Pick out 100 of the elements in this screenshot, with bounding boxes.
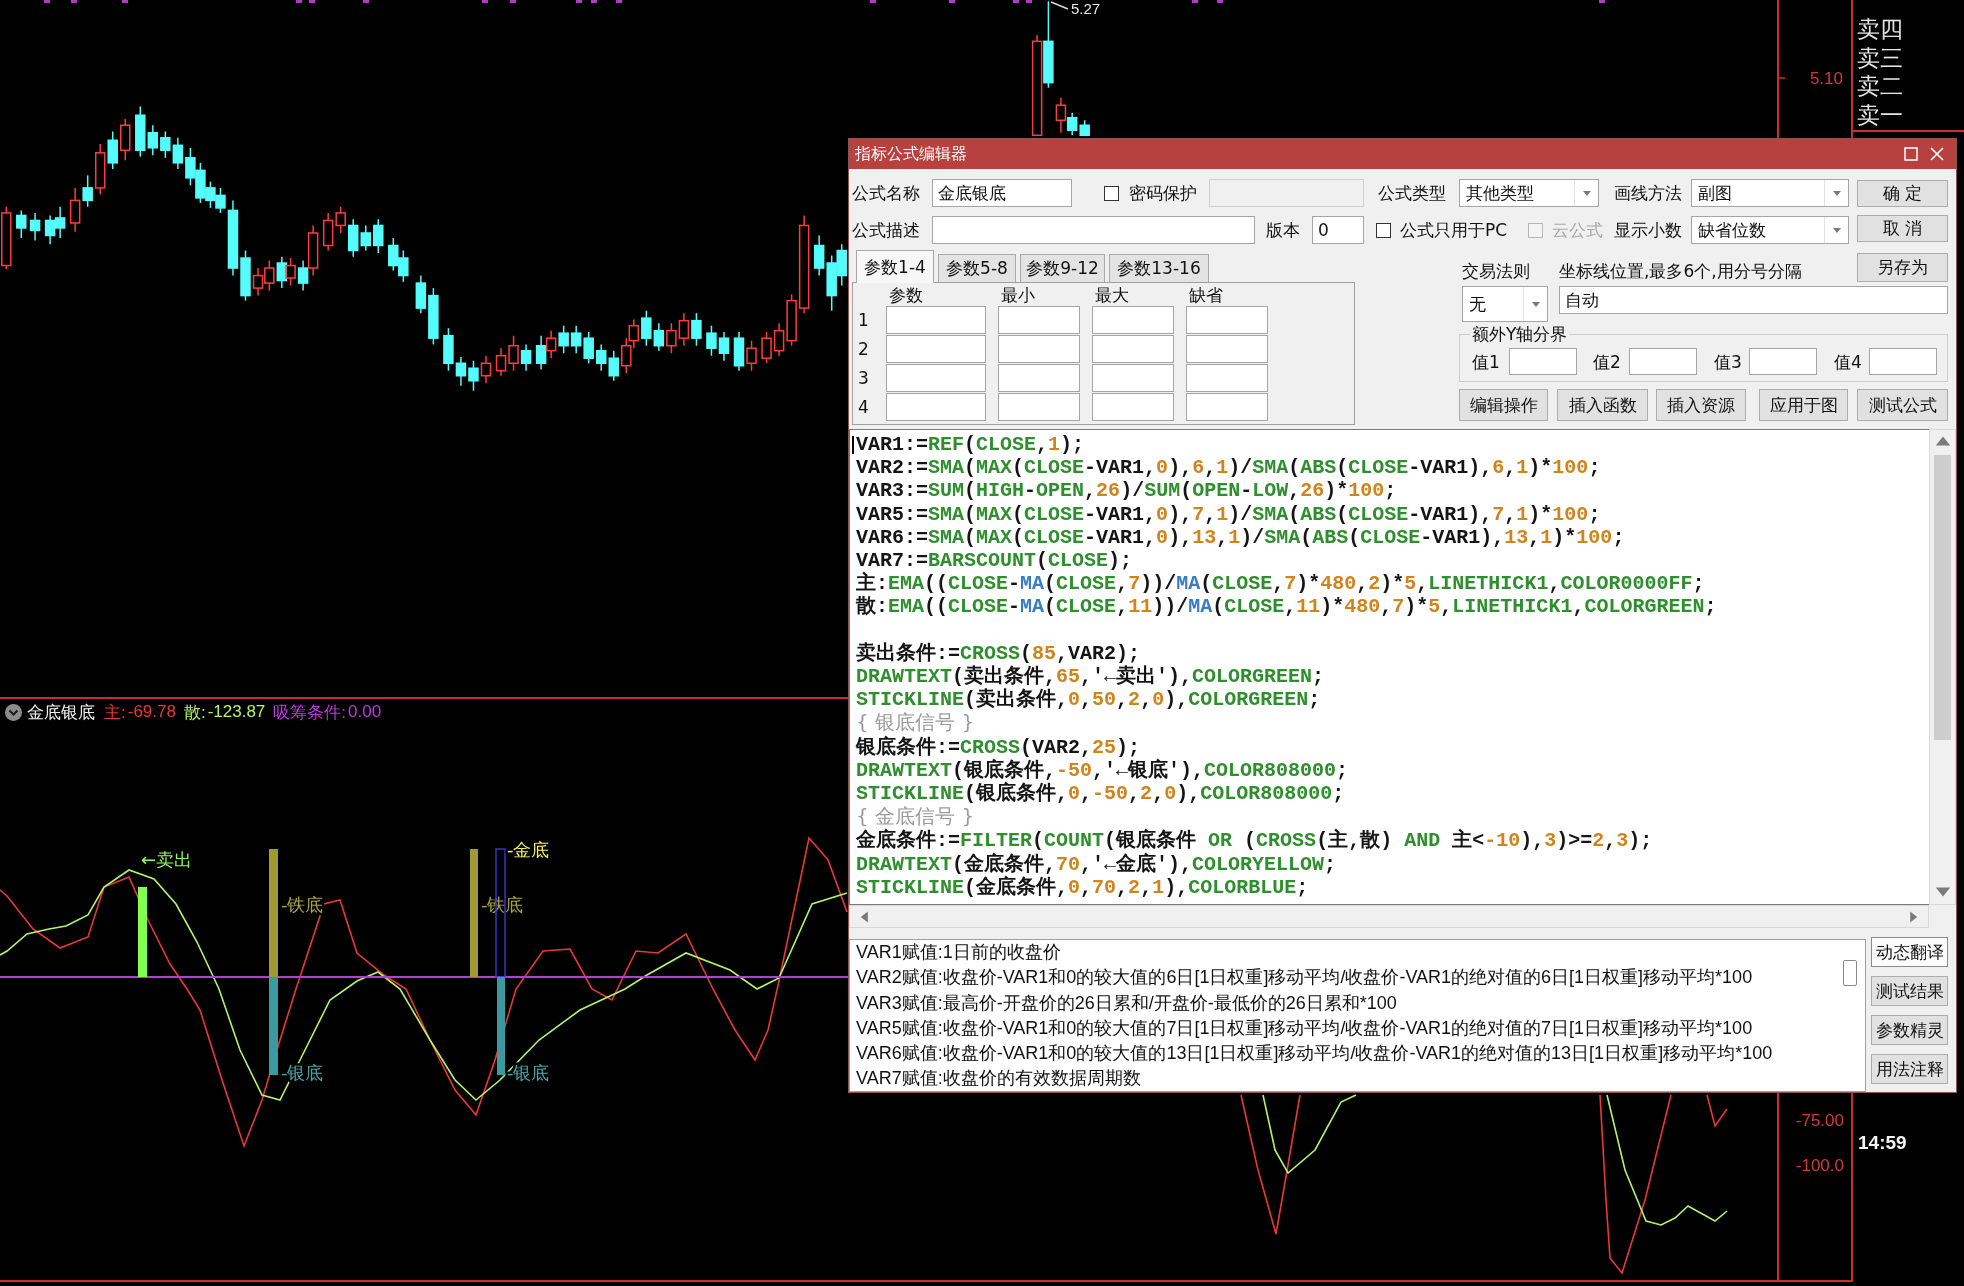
field-label: 公式名称 [852,183,921,203]
field-label: 值4 [1834,351,1863,372]
description-field[interactable] [932,216,1255,244]
param-field[interactable] [998,364,1080,392]
field-label: 值1 [1472,351,1501,372]
tool-button[interactable]: 测试公式 [1857,389,1948,421]
param-field[interactable] [886,306,986,334]
param-field[interactable] [1186,306,1268,334]
dropdown-arrow-icon[interactable] [1831,188,1842,198]
field-label: 画线方法 [1614,183,1683,203]
tool-button[interactable]: 插入函数 [1557,389,1648,421]
side-button[interactable]: 测试结果 [1871,976,1948,1006]
price-label: 5.27 [1071,0,1101,17]
dropdown-arrow-icon[interactable] [1831,225,1842,235]
tool-button[interactable]: 编辑操作 [1459,389,1548,421]
ok-button[interactable]: 确 定 [1857,180,1948,207]
reading-value: -69.78 [127,702,176,722]
tick-mark [363,0,369,3]
horizontal-scrollbar[interactable] [849,905,1929,928]
dropdown-arrow-icon[interactable] [1581,188,1592,198]
ask-level-label: 卖四 [1857,15,1903,44]
save-as-button[interactable]: 另存为 [1857,253,1948,282]
field-label: 值2 [1593,351,1622,372]
name-field[interactable]: 金底银底 [932,179,1072,207]
signal-label: ←卖出 [141,849,193,870]
translation-line: VAR3赋值:最高价-开盘价的26日累和/开盘价-最低价的26日累和*100 [856,991,1397,1015]
tick-mark [576,0,582,3]
group-title: 额外Y轴分界 [1471,325,1569,343]
text-cursor-icon [852,436,854,454]
column-header: 最大 [1094,285,1130,305]
param-field[interactable] [1092,306,1174,334]
axis-label: -75.00 [1795,1111,1844,1130]
param-field[interactable] [1092,364,1174,392]
tick-mark [870,0,876,3]
reading-value: 0.00 [348,702,382,722]
tool-button[interactable]: 插入资源 [1656,389,1746,421]
code-line: { 银底信号 } [856,711,975,735]
indicator-title: 金底银底 [27,701,95,724]
param-tab[interactable]: 参数1-4 [856,250,934,283]
code-line: 卖出条件:=CROSS(85,VAR2); [856,641,1141,665]
tick-mark [591,0,597,3]
code-line: 金底条件:=FILTER(COUNT(银底条件 OR (CROSS(主,散) AND 主<-10),3)>=2,3); [856,829,1653,853]
param-field[interactable] [1186,335,1268,363]
formula-type-dropdown[interactable]: 其他类型 [1459,179,1599,207]
param-field[interactable] [1092,335,1174,363]
side-button[interactable]: 动态翻译 [1871,937,1948,967]
side-button[interactable]: 用法注释 [1871,1054,1948,1084]
bound-field[interactable] [1509,348,1577,375]
pc-only-checkbox[interactable] [1376,222,1391,238]
password-checkbox[interactable] [1104,185,1119,201]
param-field[interactable] [886,364,986,392]
param-field[interactable] [886,335,986,363]
window-title: 指标公式编辑器 [855,143,968,165]
param-field[interactable] [998,335,1080,363]
bound-field[interactable] [1869,348,1937,375]
decimals-dropdown[interactable]: 缺省位数 [1691,216,1849,244]
chevron-circle-icon[interactable] [5,703,22,721]
signal-label: -铁底 [281,894,324,915]
row-number: 2 [857,339,870,359]
version-field[interactable]: 0 [1312,216,1364,244]
code-line: 散:EMA((CLOSE-MA(CLOSE,11))/MA(CLOSE,11)*480,7)*5,LINETHICK1,COLORGREEN; [856,595,1717,619]
leader-line [1050,1,1069,10]
tick-mark [71,0,77,3]
param-tab[interactable]: 参数9-12 [1020,254,1105,282]
param-field[interactable] [998,393,1080,421]
axis-lines-field[interactable]: 自动 [1559,286,1948,314]
close-icon[interactable] [1930,147,1944,161]
param-field[interactable] [1186,393,1268,421]
param-tab[interactable]: 参数5-8 [938,254,1016,282]
tick-mark [44,0,50,3]
code-line: STICKLINE(银底条件,0,-50,2,0),COLOR808000; [856,782,1345,806]
signal-label: -金底 [507,839,550,860]
code-line: DRAWTEXT(银底条件,-50,'←银底'),COLOR808000; [856,758,1349,782]
param-field[interactable] [1092,393,1174,421]
vertical-scrollbar[interactable] [1929,429,1956,905]
param-field[interactable] [886,393,986,421]
code-editor[interactable] [849,429,1929,905]
bound-field[interactable] [1629,348,1697,375]
scrollbar-thumb[interactable] [1934,455,1951,740]
maximize-icon[interactable] [1904,147,1918,161]
tool-button[interactable]: 应用于图 [1759,389,1848,421]
draw-method-dropdown[interactable]: 副图 [1691,179,1849,207]
tick-mark [510,0,516,3]
row-number: 4 [857,397,870,417]
param-field[interactable] [998,306,1080,334]
side-button[interactable]: 参数精灵 [1871,1015,1948,1045]
dropdown-arrow-icon[interactable] [1530,299,1541,309]
tick-mark [122,0,128,3]
checkbox-label: 公式只用于PC [1400,220,1509,240]
code-line: DRAWTEXT(金底条件,70,'←金底'),COLORYELLOW; [856,852,1337,876]
bound-field[interactable] [1749,348,1817,375]
translation-line: VAR7赋值:收盘价的有效数据周期数 [856,1067,1141,1091]
reading-value: -123.87 [207,702,266,722]
tick-mark [616,0,622,3]
param-tab[interactable]: 参数13-16 [1109,254,1209,282]
cancel-button[interactable]: 取 消 [1857,215,1948,242]
param-field[interactable] [1186,364,1268,392]
scrollbar-thumb[interactable] [1843,960,1857,986]
code-line: VAR3:=SUM(HIGH-OPEN,26)/SUM(OPEN-LOW,26)*100; [856,479,1397,503]
trade-rule-dropdown[interactable]: 无 [1462,286,1548,322]
